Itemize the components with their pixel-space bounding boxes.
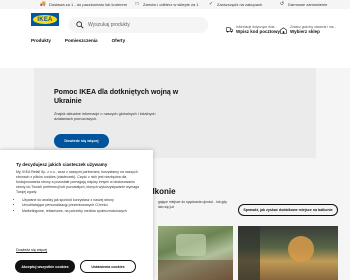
learn-more-button[interactable]: Dowiedz się więcej (54, 134, 109, 148)
return-icon: ↺ (279, 1, 285, 7)
topbar-item-savings[interactable]: ✓ Zaoszczędź na zakupach (208, 0, 262, 9)
cookie-learn-more-link[interactable]: Dowiedz się więcej (16, 248, 47, 252)
site-header: IKEA Informacje dotyczące dost... Wpisz … (0, 9, 350, 37)
cookie-paragraph: My, IKEA Retail Sp. z o.o., wraz z naszy… (16, 170, 140, 195)
topbar-item-delivery[interactable]: 🚚 Dostawa za 1 - do paczkomatu lub kurie… (40, 0, 127, 9)
cookie-body: My, IKEA Retail Sp. z o.o., wraz z naszy… (16, 170, 141, 217)
nav-item-products[interactable]: Produkty (31, 38, 51, 43)
section-text: gające miejsce do spędzania ojności - lu… (158, 200, 227, 209)
list-item: Marketingowe, reklamowe, na potrzeby med… (22, 209, 141, 214)
logo-oval: IKEA (33, 15, 57, 24)
photo-highlight (176, 234, 206, 256)
topbar-item-click-collect[interactable]: □ Zamów i odbierz w sklepie za 1 (134, 0, 199, 9)
postcode-label: Wpisz kod pocztowy (236, 29, 281, 35)
topbar-text: Dostawa za 1 - do paczkomatu lub kuriere… (49, 2, 128, 7)
top-info-bar: 🚚 Dostawa za 1 - do paczkomatu lub kurie… (0, 0, 350, 9)
photo-figure (288, 236, 314, 262)
main-nav: Produkty Pomieszczenia Oferty (31, 38, 125, 43)
banner-text: Znajdź aktualne informacje o naszych glo… (54, 112, 156, 122)
banner-title: Pomoc IKEA dla dotkniętych wojną w Ukrai… (54, 89, 179, 106)
ukraine-help-banner: Pomoc IKEA dla dotkniętych wojną w Ukrai… (34, 68, 316, 158)
truck-icon (226, 27, 233, 34)
balcony-photo-plants[interactable] (158, 226, 233, 280)
logo-text: IKEA (37, 16, 53, 23)
bag-icon: □ (135, 1, 139, 7)
list-item: Używane do analizy jak spośród korzystas… (22, 198, 141, 203)
postcode-selector[interactable]: Informacje dotyczące dost... Wpisz kod p… (226, 23, 280, 37)
balcony-space-button[interactable]: Sprawdź, jak zyskać dodatkowe miejsce na… (238, 204, 338, 216)
truck-icon: 🚚 (39, 1, 47, 7)
balcony-photo-person[interactable] (238, 226, 338, 280)
cookie-purposes-list: Używane do analizy jak spośród korzystas… (16, 198, 141, 214)
search-bar[interactable] (69, 17, 208, 33)
photo-floor (158, 260, 233, 280)
accept-all-cookies-button[interactable]: Akceptuj wszystkie cookies (15, 260, 75, 273)
topbar-item-returns[interactable]: ↺ Darmowe zamówienie (279, 0, 327, 9)
nav-item-rooms[interactable]: Pomieszczenia (65, 38, 98, 43)
store-icon (280, 26, 287, 34)
store-selector[interactable]: Zobacz godziny otwarcia i ma... Wybierz … (280, 23, 336, 37)
topbar-text: Darmowe zamówienie (288, 2, 328, 7)
nav-item-offers[interactable]: Oferty (112, 38, 126, 43)
search-input[interactable] (88, 20, 198, 30)
topbar-text: Zaoszczędź na zakupach (217, 2, 263, 7)
photo-shelf (238, 226, 260, 280)
store-label: Wybierz sklep (290, 29, 320, 35)
cookie-title: Ty decydujesz jakich ciasteczek używamy (16, 162, 108, 167)
check-icon: ✓ (208, 1, 214, 7)
topbar-text: Zamów i odbierz w sklepie za 1 (143, 2, 199, 7)
list-item: Umożliwiające personalizację prezentowan… (22, 203, 141, 208)
search-icon[interactable] (76, 21, 84, 29)
cookie-consent-dialog: Ty decydujesz jakich ciasteczek używamy … (0, 150, 153, 280)
ikea-logo[interactable]: IKEA (31, 13, 59, 26)
cookie-settings-button[interactable]: Ustawienia cookies (80, 260, 136, 273)
